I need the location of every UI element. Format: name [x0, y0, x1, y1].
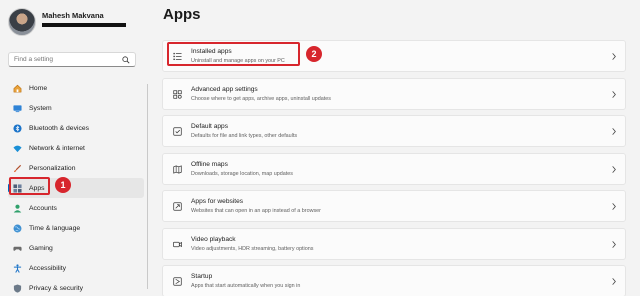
card-startup[interactable]: Startup Apps that start automatically wh… [162, 265, 626, 296]
sidebar-item-label: Accounts [29, 204, 57, 212]
sidebar-item-label: Accessibility [29, 264, 67, 272]
card-default-apps[interactable]: Default apps Defaults for file and link … [162, 115, 626, 147]
chevron-right-icon [612, 165, 616, 173]
sidebar-item-label: Bluetooth & devices [29, 124, 90, 132]
sidebar-item-time-language[interactable]: Time & language [8, 218, 144, 238]
sidebar-item-label: Personalization [29, 164, 76, 172]
default-apps-icon [173, 127, 182, 136]
sidebar-item-system[interactable]: System [8, 98, 144, 118]
highlight-box-apps [9, 177, 50, 195]
chevron-right-icon [612, 278, 616, 285]
card-video-playback[interactable]: Video playback Video adjustments, HDR st… [162, 227, 626, 260]
sidebar-item-label: System [29, 104, 52, 112]
shield-icon [13, 283, 22, 293]
sidebar-item-label: Privacy & security [29, 284, 84, 292]
sidebar-item-label: Home [29, 84, 48, 92]
sidebar-item-accounts[interactable]: Accounts [8, 198, 144, 218]
brush-icon [13, 164, 22, 173]
avatar [8, 8, 36, 36]
card-apps-for-websites[interactable]: Apps for websites Websites that can open… [162, 190, 626, 222]
sidebar-item-label: Time & language [29, 224, 81, 232]
card-description: Defaults for file and link types, other … [191, 133, 298, 139]
system-icon [13, 104, 22, 113]
sidebar-scrollbar[interactable] [147, 84, 148, 289]
gaming-icon [13, 244, 22, 253]
sidebar-item-label: Network & internet [29, 144, 85, 152]
bluetooth-icon [13, 123, 22, 133]
search-box[interactable] [8, 52, 136, 67]
sidebar-item-bluetooth[interactable]: Bluetooth & devices [8, 118, 144, 138]
sidebar-item-network[interactable]: Network & internet [8, 138, 144, 158]
card-title: Advanced app settings [191, 85, 258, 93]
search-icon [122, 56, 130, 64]
sidebar-item-gaming[interactable]: Gaming [8, 238, 144, 258]
card-description: Apps that start automatically when you s… [191, 283, 301, 289]
card-description: Choose where to get apps, archive apps, … [191, 95, 331, 102]
card-description: Downloads, storage location, map updates [191, 170, 293, 177]
advanced-apps-icon [173, 89, 182, 99]
chevron-right-icon [612, 53, 616, 60]
user-profile[interactable]: Mahesh Makvana [8, 8, 148, 38]
card-title: Offline maps [191, 160, 228, 168]
settings-list: Installed apps Uninstall and manage apps… [162, 40, 626, 296]
chevron-right-icon [612, 203, 616, 210]
globe-icon [13, 224, 22, 233]
map-icon [173, 164, 182, 174]
card-description: Websites that can open in an app instead… [191, 208, 321, 214]
user-name: Mahesh Makvana [42, 11, 104, 20]
sidebar-item-label: Gaming [29, 244, 53, 252]
card-title: Apps for websites [191, 198, 244, 205]
card-title: Video playback [191, 235, 236, 243]
sidebar-item-privacy[interactable]: Privacy & security [8, 278, 144, 296]
card-title: Default apps [191, 123, 229, 130]
highlight-box-installed-apps [167, 42, 300, 66]
sidebar-item-personalization[interactable]: Personalization [8, 158, 144, 178]
card-offline-maps[interactable]: Offline maps Downloads, storage location… [162, 152, 626, 185]
accounts-icon [13, 204, 22, 213]
callout-badge-1: 1 [55, 177, 71, 193]
network-icon [13, 144, 22, 153]
sidebar-item-accessibility[interactable]: Accessibility [8, 258, 144, 278]
sidebar: Mahesh Makvana Home System Bluetooth & d [0, 0, 150, 296]
card-description: Video adjustments, HDR streaming, batter… [191, 245, 314, 252]
card-advanced-app-settings[interactable]: Advanced app settings Choose where to ge… [162, 77, 626, 110]
chevron-right-icon [612, 128, 616, 135]
page-title: Apps [163, 6, 201, 23]
accessibility-icon [13, 263, 22, 273]
startup-icon [173, 277, 182, 286]
redacted-email-bar [42, 23, 126, 27]
chevron-right-icon [612, 240, 616, 248]
home-icon [13, 84, 22, 93]
card-title: Startup [191, 273, 213, 280]
web-apps-icon [173, 202, 182, 211]
video-icon [173, 241, 182, 247]
search-input[interactable] [14, 56, 114, 63]
chevron-right-icon [612, 90, 616, 98]
callout-badge-2: 2 [306, 46, 322, 62]
sidebar-item-home[interactable]: Home [8, 78, 144, 98]
